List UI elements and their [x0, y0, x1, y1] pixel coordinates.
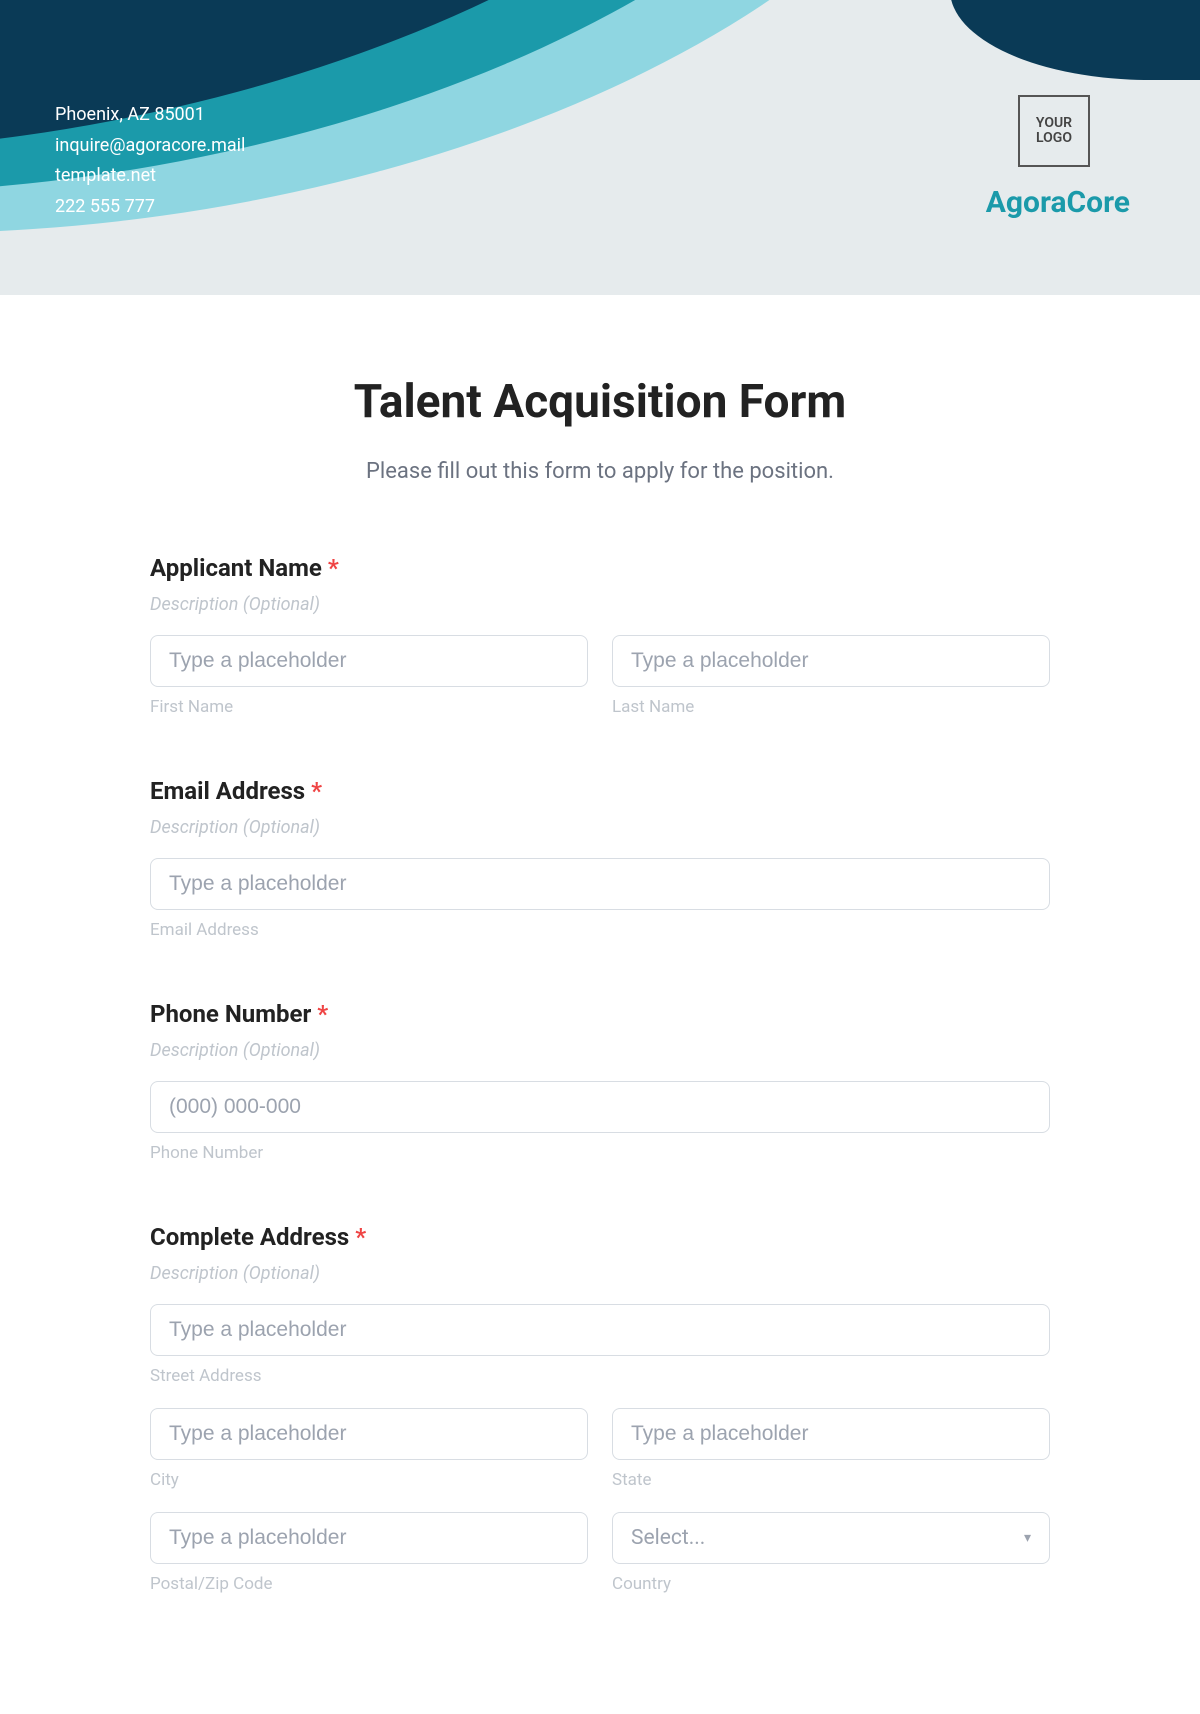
contact-phone: 222 555 777 [55, 192, 245, 223]
field-description: Description (Optional) [150, 1263, 1050, 1284]
header: Phoenix, AZ 85001 inquire@agoracore.mail… [0, 0, 1200, 295]
form-title: Talent Acquisition Form [140, 375, 1060, 429]
contact-block: Phoenix, AZ 85001 inquire@agoracore.mail… [55, 100, 245, 222]
sublabel-phone: Phone Number [150, 1143, 1050, 1163]
field-description: Description (Optional) [150, 594, 1050, 615]
last-name-input[interactable] [612, 635, 1050, 687]
sublabel-email: Email Address [150, 920, 1050, 940]
city-input[interactable] [150, 1408, 588, 1460]
label-address: Complete Address * [150, 1223, 1050, 1251]
field-address: Complete Address * Description (Optional… [140, 1223, 1060, 1594]
sublabel-first-name: First Name [150, 697, 588, 717]
field-description: Description (Optional) [150, 817, 1050, 838]
label-phone: Phone Number * [150, 1000, 1050, 1028]
contact-website: template.net [55, 161, 245, 192]
brand-name: AgoraCore [986, 185, 1130, 220]
street-input[interactable] [150, 1304, 1050, 1356]
first-name-input[interactable] [150, 635, 588, 687]
sublabel-country: Country [612, 1574, 1050, 1594]
form-subtitle: Please fill out this form to apply for t… [140, 459, 1060, 484]
form-container: Talent Acquisition Form Please fill out … [140, 295, 1060, 1594]
country-select[interactable]: Select... ▾ [612, 1512, 1050, 1564]
label-email: Email Address * [150, 777, 1050, 805]
required-marker: * [317, 1000, 328, 1028]
sublabel-last-name: Last Name [612, 697, 1050, 717]
postal-input[interactable] [150, 1512, 588, 1564]
sublabel-postal: Postal/Zip Code [150, 1574, 588, 1594]
required-marker: * [328, 554, 339, 582]
sublabel-street: Street Address [150, 1366, 1050, 1386]
sublabel-city: City [150, 1470, 588, 1490]
chevron-down-icon: ▾ [1024, 1530, 1031, 1546]
email-input[interactable] [150, 858, 1050, 910]
sublabel-state: State [612, 1470, 1050, 1490]
label-applicant-name: Applicant Name * [150, 554, 1050, 582]
field-applicant-name: Applicant Name * Description (Optional) … [140, 554, 1060, 717]
logo-placeholder: YOUR LOGO [1018, 95, 1090, 167]
page: Phoenix, AZ 85001 inquire@agoracore.mail… [0, 0, 1200, 1714]
contact-email: inquire@agoracore.mail [55, 131, 245, 162]
field-description: Description (Optional) [150, 1040, 1050, 1061]
state-input[interactable] [612, 1408, 1050, 1460]
contact-address: Phoenix, AZ 85001 [55, 100, 245, 131]
field-phone: Phone Number * Description (Optional) Ph… [140, 1000, 1060, 1163]
required-marker: * [311, 777, 322, 805]
phone-input[interactable] [150, 1081, 1050, 1133]
required-marker: * [355, 1223, 366, 1251]
field-email: Email Address * Description (Optional) E… [140, 777, 1060, 940]
